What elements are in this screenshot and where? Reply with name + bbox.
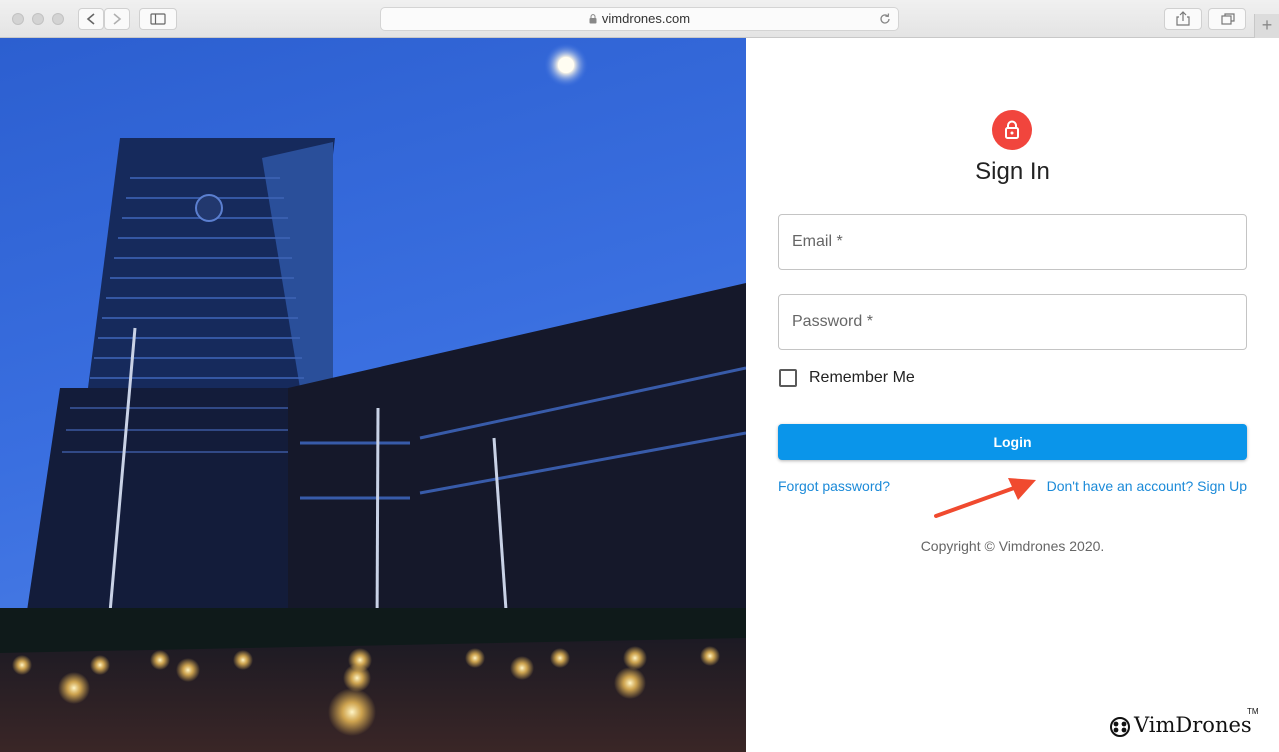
close-window-button[interactable] xyxy=(12,13,24,25)
remember-me-checkbox[interactable] xyxy=(779,369,797,387)
lock-icon xyxy=(589,14,597,24)
address-bar[interactable]: vimdrones.com xyxy=(380,7,899,31)
signin-panel: Sign In Remember Me Login Forgot passwor… xyxy=(746,38,1279,752)
minimize-window-button[interactable] xyxy=(32,13,44,25)
hero-photo xyxy=(0,38,746,752)
password-field[interactable] xyxy=(778,294,1247,350)
forgot-password-link[interactable]: Forgot password? xyxy=(778,478,890,494)
lock-outline-icon xyxy=(1005,120,1019,139)
sign-up-link[interactable]: Don't have an account? Sign Up xyxy=(1047,478,1247,494)
annotation-arrow-icon xyxy=(934,478,1036,518)
reload-icon[interactable] xyxy=(878,12,892,26)
email-field[interactable] xyxy=(778,214,1247,270)
remember-me-label[interactable]: Remember Me xyxy=(809,369,915,387)
zoom-window-button[interactable] xyxy=(52,13,64,25)
login-button[interactable]: Login xyxy=(778,424,1247,460)
page-title: Sign In xyxy=(975,158,1050,185)
tabs-icon xyxy=(1221,13,1235,25)
building-night-photo xyxy=(0,38,746,752)
share-button[interactable] xyxy=(1164,8,1202,30)
forward-button[interactable] xyxy=(104,8,130,30)
sidebar-icon xyxy=(150,13,166,25)
back-icon xyxy=(86,13,95,25)
lock-avatar xyxy=(992,110,1032,150)
trademark-mark: TM xyxy=(1247,707,1259,716)
email-input[interactable] xyxy=(779,215,1246,269)
url-text: vimdrones.com xyxy=(601,11,691,26)
new-tab-button[interactable]: + xyxy=(1254,14,1279,38)
browser-toolbar: vimdrones.com + xyxy=(0,0,1279,38)
drone-logo-icon xyxy=(1110,717,1130,737)
password-input[interactable] xyxy=(779,295,1246,349)
brand-name: VimDrones xyxy=(1134,713,1252,737)
copyright-text: Copyright © Vimdrones 2020. xyxy=(920,538,1105,554)
tab-overview-button[interactable] xyxy=(1208,8,1246,30)
vimdrones-logo: VimDrones TM xyxy=(1109,707,1259,739)
share-icon xyxy=(1176,11,1190,26)
back-button[interactable] xyxy=(78,8,104,30)
sidebar-button[interactable] xyxy=(139,8,177,30)
forward-icon xyxy=(113,13,122,25)
